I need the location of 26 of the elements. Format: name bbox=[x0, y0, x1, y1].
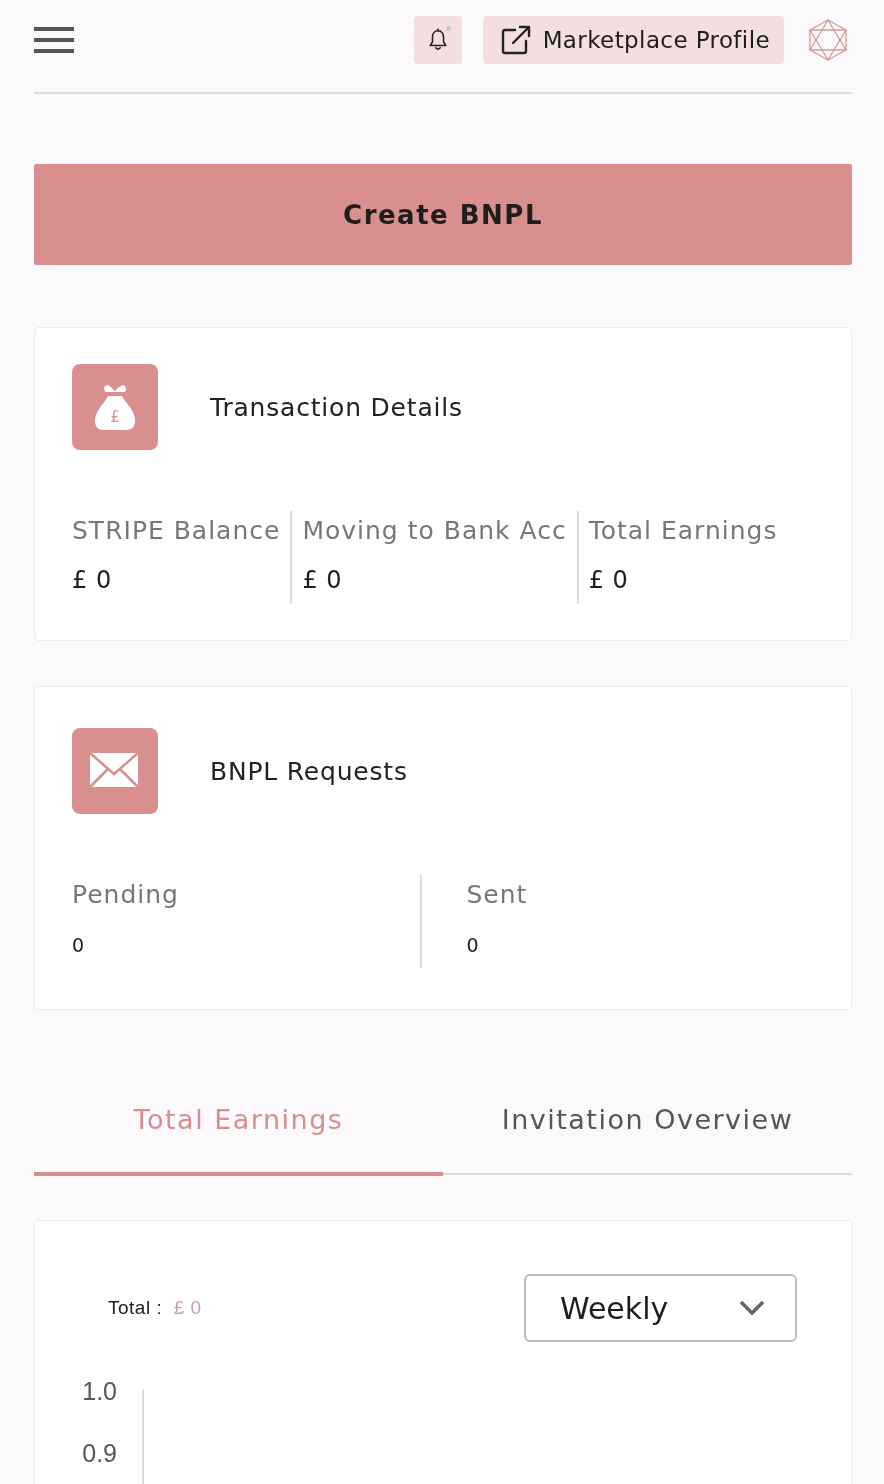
stat-value: 0 bbox=[466, 933, 481, 957]
card-title: BNPL Requests bbox=[210, 756, 408, 786]
envelope-icon bbox=[72, 728, 158, 814]
menu-icon[interactable] bbox=[34, 27, 74, 53]
y-axis-label: 1.0 bbox=[82, 1377, 117, 1405]
y-axis-label: 0.9 bbox=[82, 1439, 117, 1467]
marketplace-profile-button[interactable]: Marketplace Profile bbox=[482, 16, 784, 64]
total-earnings-text: Total : £ 0 bbox=[108, 1297, 202, 1319]
money-bag-icon: £ bbox=[72, 364, 158, 450]
stat-label: Pending bbox=[72, 881, 180, 909]
stat-value: 0 bbox=[72, 933, 86, 957]
period-dropdown[interactable]: Weekly bbox=[524, 1274, 797, 1342]
chevron-down-icon bbox=[739, 1300, 765, 1316]
stat-value: £ 0 bbox=[72, 566, 113, 594]
stat-value: £ 0 bbox=[588, 566, 630, 594]
tab[interactable]: Invitation Overview bbox=[443, 1086, 852, 1176]
stat-label: STRIPE Balance bbox=[72, 517, 281, 545]
notification-button[interactable] bbox=[413, 16, 462, 64]
external-link-icon bbox=[500, 25, 531, 55]
stat-label: Moving to Bank Acc bbox=[302, 517, 567, 545]
create-bnpl-button[interactable]: Create BNPL bbox=[34, 164, 852, 265]
stat-label: Total Earnings bbox=[588, 517, 778, 545]
stat-value: £ 0 bbox=[302, 566, 344, 594]
bell-icon bbox=[426, 28, 449, 52]
card-title: Transaction Details bbox=[210, 392, 463, 422]
stat-label: Sent bbox=[466, 881, 529, 909]
